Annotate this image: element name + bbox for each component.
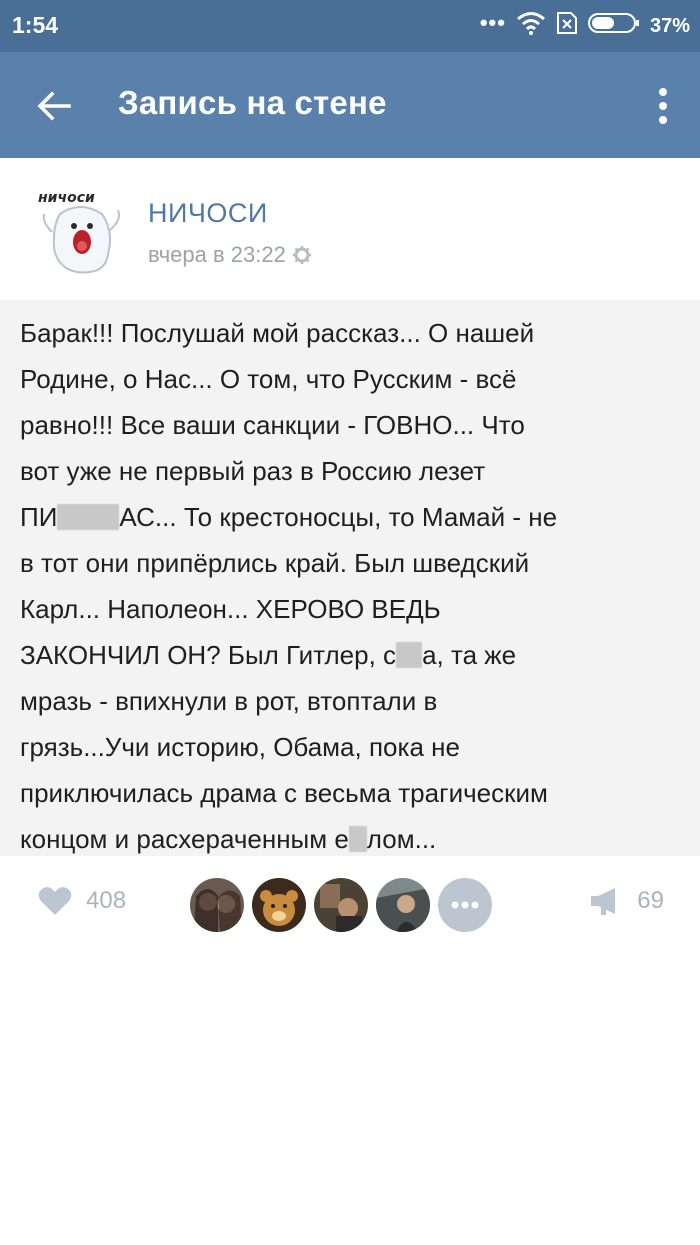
post-line: Карл... Наполеон... ХЕРОВО ВЕДЬ <box>20 594 441 624</box>
liker-avatar[interactable] <box>190 878 244 932</box>
post-line: ПИ <box>20 502 58 532</box>
battery-icon <box>587 12 640 40</box>
post-line: грязь...Учи историю, Обама, пока не <box>20 732 460 762</box>
post-body: Барак!!! Послушай мой рассказ... О нашей… <box>0 300 700 856</box>
censor-blur <box>57 504 120 530</box>
post-actions: 408 69 <box>0 856 700 956</box>
post-text: Барак!!! Послушай мой рассказ... О нашей… <box>20 310 685 862</box>
post-line: приключилась драма с весьма трагическим <box>20 778 548 808</box>
post-meta: вчера в 23:22 <box>148 242 312 268</box>
liker-avatar[interactable] <box>376 878 430 932</box>
post-line: Родине, о Нас... О том, что Русским - вс… <box>20 364 517 394</box>
status-bar: 1:54 ••• 37% <box>0 0 700 52</box>
post-line: АС... То крестоносцы, то Мамай - не <box>119 502 558 532</box>
post-line: а, та же <box>422 640 517 670</box>
post-line: лом... <box>366 824 437 854</box>
author-name-link[interactable]: НИЧОСИ <box>148 198 268 229</box>
share-button[interactable]: 69 <box>589 886 664 916</box>
avatar-caption: ничоси <box>38 190 95 206</box>
more-likers-icon <box>451 901 479 909</box>
status-time: 1:54 <box>12 12 59 38</box>
battery-level: 37% <box>649 14 690 37</box>
post-line: концом и расхераченным е <box>20 824 349 854</box>
post-line: в тот они припёрлись край. Был шведский <box>20 548 530 578</box>
gear-icon <box>292 246 311 264</box>
likers-list <box>190 878 492 932</box>
post-line: ЗАКОНЧИЛ ОН? Был Гитлер, с <box>20 640 397 670</box>
wifi-icon <box>516 11 546 41</box>
more-vert-icon <box>659 88 667 124</box>
heart-icon <box>38 887 72 915</box>
more-likers-button[interactable] <box>438 878 492 932</box>
megaphone-icon <box>591 888 616 915</box>
status-icons: ••• 37% <box>479 10 690 41</box>
post-line: мразь - впихнули в рот, втоптали в <box>20 686 438 716</box>
post-header: ничоси НИЧОСИ вчера в 23:22 <box>0 158 700 298</box>
app-bar: Запись на стене <box>0 52 700 158</box>
censor-blur <box>396 642 423 668</box>
page-title: Запись на стене <box>118 84 387 121</box>
sim-x-icon <box>556 11 578 41</box>
more-options-button[interactable] <box>648 78 678 134</box>
author-avatar[interactable]: ничоси <box>30 180 130 280</box>
like-button[interactable]: 408 <box>38 886 126 916</box>
like-count: 408 <box>86 887 127 914</box>
share-count: 69 <box>637 887 664 914</box>
post-line: равно!!! Все ваши санкции - ГОВНО... Что <box>20 410 525 440</box>
back-button[interactable] <box>26 78 82 134</box>
post-time: вчера в 23:22 <box>148 242 286 267</box>
post-line: вот уже не первый раз в Россию лезет <box>20 456 486 486</box>
back-arrow-icon <box>37 91 71 121</box>
more-dots-icon: ••• <box>479 10 506 35</box>
post-line: Барак!!! Послушай мой рассказ... О нашей <box>20 318 535 348</box>
censor-blur <box>348 826 367 852</box>
liker-avatar[interactable] <box>314 878 368 932</box>
liker-avatar[interactable] <box>252 878 306 932</box>
